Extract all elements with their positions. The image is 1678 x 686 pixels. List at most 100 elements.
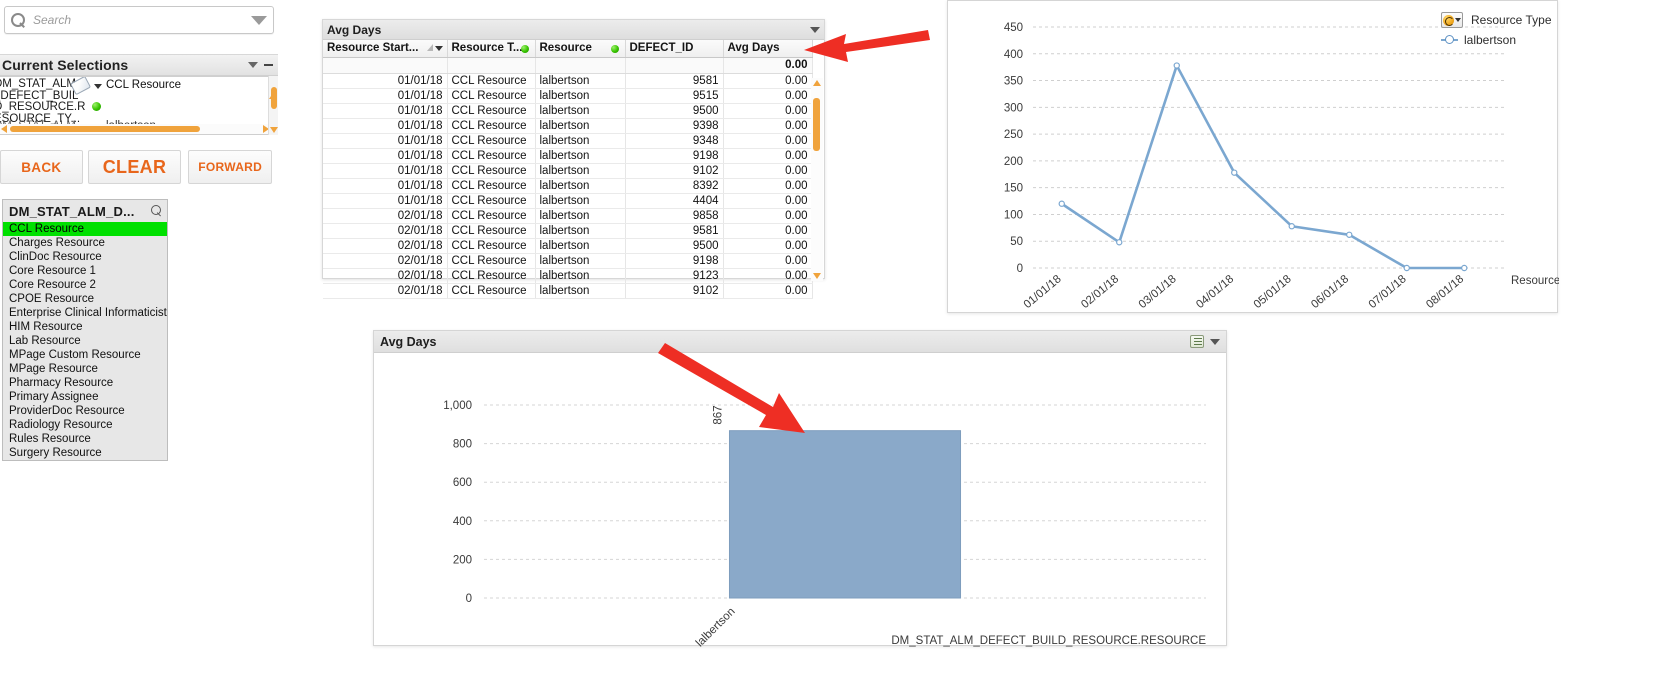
bar-data-label: 867 (712, 405, 724, 424)
listbox-item[interactable]: Core Resource 2 (3, 278, 167, 292)
avg-days-table-panel: Avg Days Resource Start... Resource T...… (322, 19, 825, 299)
cell-avg-days: 0.00 (723, 223, 813, 239)
listbox-item[interactable]: Rules Resource (3, 432, 167, 446)
legend-header-row[interactable]: Resource Type (1441, 10, 1671, 30)
cell-resource: lalbertson (535, 223, 626, 239)
scroll-down-icon[interactable] (270, 127, 278, 133)
chevron-down-icon[interactable] (810, 26, 820, 33)
line-series-path[interactable] (1061, 64, 1465, 270)
data-point[interactable] (1288, 223, 1295, 230)
chevron-down-icon[interactable] (94, 84, 102, 89)
listbox-item[interactable]: Pharmacy Resource (3, 376, 167, 390)
cell-resource: lalbertson (535, 118, 626, 134)
cell-avg-days: 0.00 (723, 268, 813, 284)
cell-resource-type: CCL Resource (447, 193, 536, 209)
current-selections-body[interactable]: DM_STAT_ALM _DEFECT_BUIL D_RESOURCE.R ES… (0, 76, 271, 135)
column-header-resource[interactable]: Resource (535, 40, 626, 58)
listbox-item[interactable]: Primary Assignee (3, 390, 167, 404)
listbox-item[interactable]: Surgery Resource (3, 446, 167, 460)
scrollbar-thumb[interactable] (271, 87, 277, 109)
cell-resource-type: CCL Resource (447, 133, 536, 149)
column-label: Resource (539, 42, 592, 55)
search-icon (11, 12, 26, 28)
vertical-scrollbar[interactable] (268, 76, 278, 135)
scroll-up-icon[interactable] (813, 80, 821, 86)
scroll-down-icon[interactable] (813, 273, 821, 279)
horizontal-scrollbar[interactable] (0, 124, 270, 134)
table-row[interactable]: 01/01/18 CCL Resource lalbertson 9398 0.00 (323, 118, 813, 134)
cell-resource: lalbertson (535, 103, 626, 119)
column-header-resource-type[interactable]: Resource T... (447, 40, 536, 58)
table-row[interactable]: 02/01/18 CCL Resource lalbertson 9500 0.00 (323, 238, 813, 254)
data-point[interactable] (1173, 62, 1180, 69)
back-button[interactable]: BACK (0, 150, 83, 184)
table-row[interactable]: 02/01/18 CCL Resource lalbertson 9858 0.00 (323, 208, 813, 224)
listbox-item[interactable]: ClinDoc Resource (3, 250, 167, 264)
column-header-avg-days[interactable]: Avg Days (723, 40, 813, 58)
cell-avg-days: 0.00 (723, 253, 813, 269)
cell-avg-days: 0.00 (723, 103, 813, 119)
left-panel: Search Current Selections DM_STAT_ALM _D… (0, 0, 278, 480)
table-row[interactable]: 01/01/18 CCL Resource lalbertson 9515 0.00 (323, 88, 813, 104)
listbox-item[interactable]: Radiology Resource (3, 418, 167, 432)
resource-listbox[interactable]: DM_STAT_ALM_D... CCL Resource Charges Res… (2, 199, 168, 461)
table-row[interactable]: 02/01/18 CCL Resource lalbertson 9581 0.00 (323, 223, 813, 239)
cell-resource-type: CCL Resource (447, 268, 536, 284)
table-vertical-scrollbar[interactable] (811, 78, 823, 281)
listbox-item[interactable]: CPOE Resource (3, 292, 167, 306)
data-point[interactable] (1058, 200, 1065, 207)
data-point[interactable] (1231, 169, 1238, 176)
table-row[interactable]: 01/01/18 CCL Resource lalbertson 9500 0.00 (323, 103, 813, 119)
column-header-resource-start[interactable]: Resource Start... (323, 40, 448, 58)
bar[interactable] (728, 430, 962, 599)
listbox-item[interactable]: MPage Custom Resource (3, 348, 167, 362)
x-axis-title: DM_STAT_ALM_DEFECT_BUILD_RESOURCE.RESOUR… (891, 635, 1206, 647)
table-row[interactable]: 02/01/18 CCL Resource lalbertson 9198 0.00 (323, 253, 813, 269)
table-row[interactable]: 01/01/18 CCL Resource lalbertson 9581 0.00 (323, 73, 813, 89)
search-icon[interactable] (150, 205, 162, 217)
scroll-left-icon[interactable] (1, 125, 7, 133)
data-point[interactable] (1403, 264, 1410, 272)
cell-avg-days: 0.00 (723, 88, 813, 104)
cell-resource-start-date: 01/01/18 (323, 73, 448, 89)
x-axis-title: Resource Start Date (1511, 275, 1559, 287)
forward-button[interactable]: FORWARD (188, 150, 272, 184)
table-row[interactable]: 01/01/18 CCL Resource lalbertson 4404 0.00 (323, 193, 813, 209)
bar-chart-svg[interactable]: 0 200 400 600 800 1,000 867 lalbertson DM_STAT_A… (374, 353, 1228, 647)
table-row[interactable]: 01/01/18 CCL Resource lalbertson 8392 0.00 (323, 178, 813, 194)
search-input[interactable]: Search (4, 6, 274, 34)
cell-resource-type: CCL Resource (447, 208, 536, 224)
table-title: Avg Days (327, 22, 382, 37)
legend-entry-row[interactable]: lalbertson (1441, 30, 1671, 50)
listbox-item[interactable]: MPage Resource (3, 362, 167, 376)
cycle-dimension-icon[interactable] (1441, 12, 1463, 28)
listbox-item[interactable]: Charges Resource (3, 236, 167, 250)
listbox-item[interactable]: ProviderDoc Resource (3, 404, 167, 418)
chevron-down-icon[interactable] (251, 15, 267, 25)
table-row[interactable]: 02/01/18 CCL Resource lalbertson 9123 0.00 (323, 268, 813, 284)
table-row[interactable]: 01/01/18 CCL Resource lalbertson 9102 0.00 (323, 163, 813, 179)
data-point[interactable] (1346, 231, 1353, 238)
table-row[interactable]: 01/01/18 CCL Resource lalbertson 9348 0.00 (323, 133, 813, 149)
scrollbar-thumb[interactable] (813, 98, 820, 151)
chevron-down-icon[interactable] (1210, 338, 1220, 345)
listbox-item[interactable]: HIM Resource (3, 320, 167, 334)
listbox-item[interactable]: CCL Resource (3, 222, 167, 236)
clear-button[interactable]: CLEAR (87, 150, 182, 184)
scrollbar-thumb[interactable] (10, 126, 200, 132)
sort-ascending-icon[interactable] (426, 44, 433, 51)
data-point[interactable] (1116, 239, 1123, 246)
x-axis-tick-label: 02/01/18 (1079, 273, 1121, 311)
chevron-down-icon[interactable] (434, 46, 443, 51)
chevron-down-icon[interactable] (248, 62, 258, 68)
table-row[interactable]: 01/01/18 CCL Resource lalbertson 9198 0.00 (323, 148, 813, 164)
data-point[interactable] (1461, 264, 1468, 272)
chart-type-icon[interactable] (1190, 335, 1204, 348)
column-header-defect-id[interactable]: DEFECT_ID (625, 40, 724, 58)
table-row[interactable]: 02/01/18 CCL Resource lalbertson 9102 0.00 (323, 283, 813, 299)
listbox-item[interactable]: Enterprise Clinical Informaticist (3, 306, 167, 320)
minimize-icon[interactable] (264, 64, 273, 66)
listbox-item[interactable]: Core Resource 1 (3, 264, 167, 278)
listbox-item[interactable]: Lab Resource (3, 334, 167, 348)
cell-resource-type: CCL Resource (447, 253, 536, 269)
